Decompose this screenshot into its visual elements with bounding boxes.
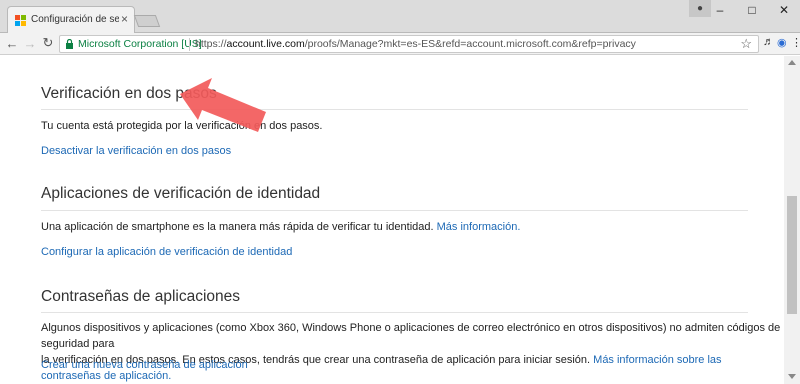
scroll-up-icon[interactable] — [788, 60, 796, 65]
star-icon[interactable]: ☆ — [740, 36, 752, 52]
browser-toolbar: ← → ↻ Microsoft Corporation [US] https:/… — [0, 33, 800, 55]
divider — [41, 210, 748, 211]
configure-identity-app-link[interactable]: Configurar la aplicación de verificación… — [41, 246, 292, 258]
close-window-icon[interactable]: ✕ — [768, 0, 800, 20]
secure-label: Microsoft Corporation [US] — [78, 38, 202, 50]
new-tab-button[interactable] — [133, 15, 161, 27]
vertical-scrollbar[interactable] — [784, 56, 800, 384]
identity-apps-text: Una aplicación de smartphone es la maner… — [41, 221, 521, 233]
divider — [41, 109, 748, 110]
page-content: Verificación en dos pasos Tu cuenta está… — [0, 56, 784, 384]
more-info-link[interactable]: Más información. — [437, 221, 521, 233]
tab-close-icon[interactable]: × — [121, 12, 128, 26]
address-bar[interactable]: Microsoft Corporation [US] https://accou… — [59, 35, 759, 53]
forward-icon[interactable]: → — [22, 35, 38, 51]
tab-title: Configuración de seguridad — [31, 14, 119, 25]
browser-tab[interactable]: Configuración de seguridad × — [7, 6, 135, 33]
microsoft-logo-icon — [15, 15, 26, 26]
divider — [41, 312, 748, 313]
back-icon[interactable]: ← — [4, 35, 20, 51]
lock-icon — [66, 39, 73, 49]
scroll-thumb[interactable] — [787, 196, 797, 314]
maximize-icon[interactable]: □ — [736, 0, 768, 20]
minimize-icon[interactable]: – — [704, 0, 736, 20]
reload-icon[interactable]: ↻ — [40, 35, 56, 51]
disable-two-step-link[interactable]: Desactivar la verificación en dos pasos — [41, 145, 231, 157]
speaker-icon[interactable]: ♬ — [763, 36, 774, 48]
section-title-identity-apps: Aplicaciones de verificación de identida… — [41, 185, 321, 202]
annotation-arrow-icon — [180, 78, 266, 132]
app-passwords-text: Algunos dispositivos y aplicaciones (com… — [41, 322, 781, 382]
section-title-app-passwords: Contraseñas de aplicaciones — [41, 288, 241, 305]
extension-icon[interactable]: ◉ — [777, 36, 787, 49]
scroll-down-icon[interactable] — [788, 374, 796, 379]
create-app-password-link[interactable]: Crear una nueva contraseña de aplicación — [41, 359, 248, 371]
url-text[interactable]: https://account.live.com/proofs/Manage?m… — [195, 38, 636, 50]
browser-titlebar: Configuración de seguridad × ● – □ ✕ — [0, 0, 800, 33]
menu-icon[interactable]: ⋮ — [791, 36, 800, 49]
